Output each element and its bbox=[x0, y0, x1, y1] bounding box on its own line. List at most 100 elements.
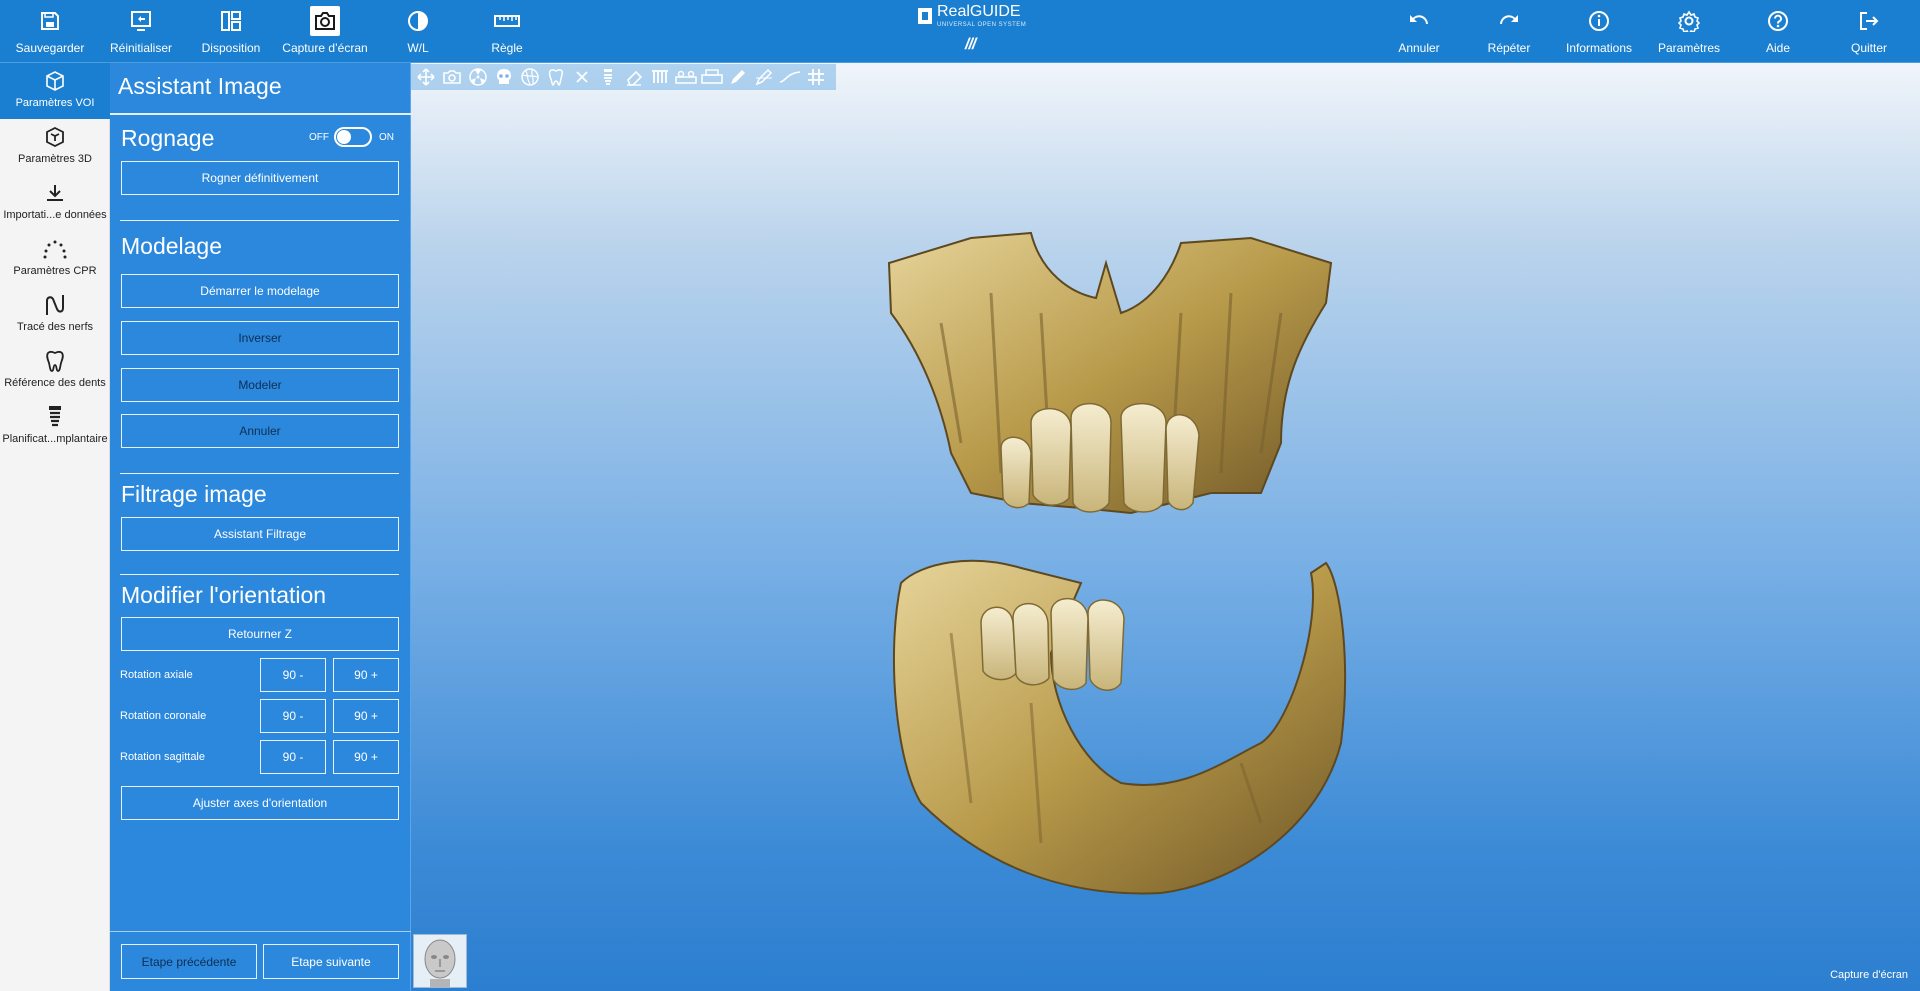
logout-icon bbox=[1854, 6, 1884, 36]
info-icon bbox=[1584, 6, 1614, 36]
sagittal-rotation-label: Rotation sagittale bbox=[120, 751, 205, 763]
sidebar-item-3d[interactable]: Paramètres 3D bbox=[0, 119, 110, 175]
move-icon[interactable] bbox=[413, 65, 439, 89]
sagittal-plus-button[interactable]: 90 + bbox=[333, 740, 399, 774]
capture-label: Capture d'écran bbox=[1830, 969, 1908, 981]
layout-button[interactable]: Disposition bbox=[196, 0, 266, 63]
sidebar-item-nerves[interactable]: Tracé des nerfs bbox=[0, 287, 110, 343]
axial-minus-button[interactable]: 90 - bbox=[260, 658, 326, 692]
orientation-head-thumbnail[interactable] bbox=[413, 934, 467, 988]
panel-title-divider bbox=[110, 113, 411, 115]
layout-icon bbox=[216, 6, 246, 36]
reset-button[interactable]: Réinitialiser bbox=[106, 0, 176, 63]
axial-plus-button[interactable]: 90 + bbox=[333, 658, 399, 692]
grid-icon[interactable] bbox=[803, 65, 829, 89]
tooth-outline-icon[interactable] bbox=[543, 65, 569, 89]
model-button[interactable]: Modeler bbox=[121, 368, 399, 402]
top-toolbar: Sauvegarder Réinitialiser Disposition Ca… bbox=[0, 0, 1920, 63]
skull-icon[interactable] bbox=[491, 65, 517, 89]
quit-button[interactable]: Quitter bbox=[1848, 0, 1890, 63]
viewport-tool-strip bbox=[411, 64, 836, 90]
layout-label: Disposition bbox=[201, 41, 261, 55]
sidebar-item-implant[interactable]: Planificat...mplantaire bbox=[0, 399, 110, 455]
close-icon[interactable] bbox=[569, 65, 595, 89]
screenshot-label: Capture d’écran bbox=[282, 41, 368, 55]
gear-icon bbox=[1674, 6, 1704, 36]
sidebar-item-import[interactable]: Importati...e données bbox=[0, 175, 110, 231]
footer-divider bbox=[110, 931, 411, 932]
curve-icon[interactable] bbox=[777, 65, 803, 89]
ruler-label: Règle bbox=[491, 41, 523, 55]
arch-dots-icon bbox=[41, 235, 69, 263]
help-button[interactable]: Aide bbox=[1757, 0, 1799, 63]
3d-viewport[interactable]: Capture d'écran bbox=[411, 63, 1920, 991]
reset-label: Réinitialiser bbox=[109, 41, 173, 55]
jaw-3d-render[interactable] bbox=[881, 203, 1441, 903]
undo-label: Annuler bbox=[1398, 41, 1440, 55]
settings-label: Paramètres bbox=[1657, 41, 1721, 55]
teeth-row-icon[interactable] bbox=[647, 65, 673, 89]
panoramic-icon[interactable] bbox=[673, 65, 699, 89]
eraser-icon[interactable] bbox=[621, 65, 647, 89]
next-step-button[interactable]: Etape suivante bbox=[263, 944, 399, 979]
globe-icon[interactable] bbox=[517, 65, 543, 89]
previous-step-button[interactable]: Etape précédente bbox=[121, 944, 257, 979]
filter-assistant-button[interactable]: Assistant Filtrage bbox=[121, 517, 399, 551]
invert-button[interactable]: Inverser bbox=[121, 321, 399, 355]
sidebar-item-voi[interactable]: Paramètres VOI bbox=[0, 63, 110, 119]
workflow-sidebar: Paramètres VOI Paramètres 3D Importati..… bbox=[0, 63, 110, 991]
panoramic-alt-icon[interactable] bbox=[699, 65, 725, 89]
sidebar-item-teeth[interactable]: Référence des dents bbox=[0, 343, 110, 399]
settings-button[interactable]: Paramètres bbox=[1656, 0, 1722, 63]
toggle-off-label: OFF bbox=[309, 131, 329, 143]
redo-button[interactable]: Répéter bbox=[1488, 0, 1530, 63]
info-button[interactable]: Informations bbox=[1563, 0, 1635, 63]
ruler-button[interactable]: Règle bbox=[487, 0, 527, 63]
reset-icon bbox=[126, 6, 156, 36]
crop-section-title: Rognage bbox=[121, 125, 215, 151]
undo-button[interactable]: Annuler bbox=[1398, 0, 1440, 63]
section-divider bbox=[120, 473, 399, 474]
window-level-button[interactable]: W/L bbox=[398, 0, 438, 63]
implant-small-icon[interactable] bbox=[595, 65, 621, 89]
camera-icon[interactable] bbox=[439, 65, 465, 89]
coronal-rotation-label: Rotation coronale bbox=[120, 710, 207, 722]
wl-label: W/L bbox=[407, 41, 429, 55]
save-button[interactable]: Sauvegarder bbox=[14, 0, 86, 63]
save-label: Sauvegarder bbox=[15, 41, 85, 55]
screenshot-button[interactable]: Capture d’écran bbox=[280, 0, 370, 63]
adjust-axes-button[interactable]: Ajuster axes d'orientation bbox=[121, 786, 399, 820]
redo-label: Répéter bbox=[1487, 41, 1531, 55]
help-label: Aide bbox=[1765, 41, 1791, 55]
realguide-logo: RealGUIDE UNIVERSAL OPEN SYSTEM bbox=[918, 3, 1032, 29]
crop-permanently-button[interactable]: Rogner définitivement bbox=[121, 161, 399, 195]
sidebar-item-cpr[interactable]: Paramètres CPR bbox=[0, 231, 110, 287]
logo-name: RealGUIDE bbox=[937, 3, 1021, 20]
sidebar-item-label: Importati...e données bbox=[3, 209, 107, 221]
cube-3d-icon bbox=[41, 123, 69, 151]
section-divider bbox=[120, 220, 399, 221]
logo-subtitle: UNIVERSAL OPEN SYSTEM bbox=[937, 22, 1027, 28]
coronal-plus-button[interactable]: 90 + bbox=[333, 699, 399, 733]
pen-alt-icon[interactable] bbox=[751, 65, 777, 89]
start-modeling-button[interactable]: Démarrer le modelage bbox=[121, 274, 399, 308]
cancel-modeling-button[interactable]: Annuler bbox=[121, 414, 399, 448]
logo-mark bbox=[918, 8, 932, 24]
axial-rotation-label: Rotation axiale bbox=[120, 669, 193, 681]
modeling-section-title: Modelage bbox=[121, 233, 223, 259]
toggle-on-label: ON bbox=[379, 131, 394, 143]
quit-label: Quitter bbox=[1850, 41, 1887, 55]
sagittal-minus-button[interactable]: 90 - bbox=[260, 740, 326, 774]
image-assistant-panel: Assistant Image Rognage OFF ON Rogner dé… bbox=[110, 63, 411, 991]
flip-z-button[interactable]: Retourner Z bbox=[121, 617, 399, 651]
sidebar-item-label: Paramètres CPR bbox=[13, 265, 97, 277]
crop-toggle[interactable] bbox=[334, 127, 372, 147]
radiation-icon[interactable] bbox=[465, 65, 491, 89]
implant-icon bbox=[41, 403, 69, 431]
orientation-section-title: Modifier l'orientation bbox=[121, 582, 327, 608]
sidebar-item-label: Planificat...mplantaire bbox=[2, 433, 108, 445]
redo-icon bbox=[1494, 6, 1524, 36]
coronal-minus-button[interactable]: 90 - bbox=[260, 699, 326, 733]
help-icon bbox=[1763, 6, 1793, 36]
pen-icon[interactable] bbox=[725, 65, 751, 89]
